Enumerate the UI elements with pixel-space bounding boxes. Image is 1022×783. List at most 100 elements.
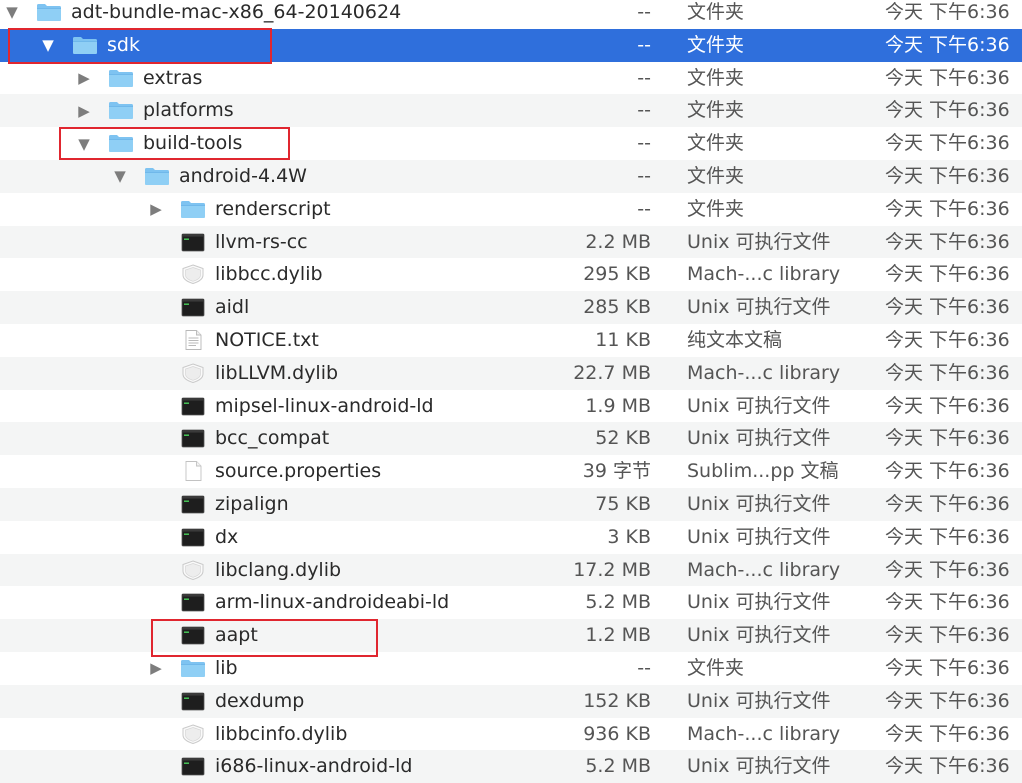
file-row-libclang[interactable]: libclang.dylib 17.2 MB Mach-...c library 今天… [0,553,1022,587]
file-kind: 文件夹 [687,132,745,155]
terminal-icon [180,297,206,317]
file-row-renderscript[interactable]: ▶ renderscript -- 文件夹 今天 下午6:36 [0,193,1022,226]
folder-icon [108,133,134,153]
file-row-zipalign[interactable]: zipalign 75 KB Unix 可执行文件 今天 下午6:36 [0,487,1022,521]
file-name: libbcc.dylib [215,263,323,286]
file-name: NOTICE.txt [215,328,319,351]
file-row-aidl[interactable]: aidl 285 KB Unix 可执行文件 今天 下午6:36 [0,291,1022,324]
file-kind: Unix 可执行文件 [687,689,831,712]
library-icon [180,560,206,580]
file-name: extras [143,66,203,89]
file-date-modified: 今天 下午6:36 [885,230,1010,253]
file-date-modified: 今天 下午6:36 [885,263,1010,286]
file-kind: 文件夹 [687,99,745,122]
file-kind: Unix 可执行文件 [687,755,831,778]
file-row-build-tools[interactable]: ▼ build-tools -- 文件夹 今天 下午6:36 [0,127,1022,160]
file-kind: Unix 可执行文件 [687,296,831,319]
file-name: libLLVM.dylib [215,361,339,384]
disclosure-open-icon[interactable]: ▼ [2,0,22,29]
file-date-modified: 今天 下午6:36 [885,328,1010,351]
library-icon [180,724,206,744]
file-row-dx[interactable]: dx 3 KB Unix 可执行文件 今天 下午6:36 [0,521,1022,554]
file-kind: Unix 可执行文件 [687,525,831,548]
file-size: 1.9 MB [585,394,651,417]
file-row-llvm-rs-cc[interactable]: llvm-rs-cc 2.2 MB Unix 可执行文件 今天 下午6:36 [0,225,1022,259]
file-row-dexdump[interactable]: dexdump 152 KB Unix 可执行文件 今天 下午6:36 [0,684,1022,718]
file-name: bcc_compat [215,427,330,450]
file-row-libbcc[interactable]: libbcc.dylib 295 KB Mach-...c library 今天 下午… [0,258,1022,291]
terminal-icon [180,691,206,711]
file-kind: Unix 可执行文件 [687,591,831,614]
file-row-arm-linux[interactable]: arm-linux-androideabi-ld 5.2 MB Unix 可执行文件… [0,586,1022,619]
terminal-icon [180,527,206,547]
file-date-modified: 今天 下午6:36 [885,99,1010,122]
file-date-modified: 今天 下午6:36 [885,558,1010,581]
file-name: arm-linux-androideabi-ld [215,591,450,614]
disclosure-closed-icon[interactable]: ▶ [146,193,166,226]
file-row-libbcinfo[interactable]: libbcinfo.dylib 936 KB Mach-...c library 今天… [0,718,1022,751]
file-name: libclang.dylib [215,558,342,581]
file-size: -- [637,1,651,23]
file-row-extras[interactable]: ▶ extras -- 文件夹 今天 下午6:36 [0,62,1022,95]
file-size: -- [637,164,651,187]
terminal-icon [180,494,206,514]
file-date-modified: 今天 下午6:36 [885,427,1010,450]
file-row-adt[interactable]: ▼ adt-bundle-mac-x86_64-20140624 -- 文件夹 今天 下… [0,0,1022,29]
file-row-libllvm[interactable]: libLLVM.dylib 22.7 MB Mach-...c library 今天 … [0,356,1022,390]
file-size: 3 KB [607,525,651,548]
file-name: lib [215,656,238,679]
file-date-modified: 今天 下午6:36 [885,197,1010,220]
file-row-i686-linux[interactable]: i686-linux-android-ld 5.2 MB Unix 可执行文件 今天 … [0,750,1022,783]
file-date-modified: 今天 下午6:36 [885,66,1010,89]
file-size: 285 KB [583,296,651,319]
file-date-modified: 今天 下午6:36 [885,755,1010,778]
file-row-android-4-4w[interactable]: ▼ android-4.4W -- 文件夹 今天 下午6:36 [0,159,1022,193]
file-size: 17.2 MB [573,558,651,581]
terminal-icon [180,625,206,645]
disclosure-closed-icon[interactable]: ▶ [74,62,94,95]
blank-document-icon [180,461,206,482]
file-row-sdk[interactable]: ▼ sdk -- 文件夹 今天 下午6:36 [0,28,1022,62]
file-name: libbcinfo.dylib [215,722,348,745]
library-icon [180,264,206,285]
terminal-icon [180,232,206,252]
file-kind: 文件夹 [687,656,745,679]
file-kind: 文件夹 [687,1,745,23]
file-size: -- [637,66,651,89]
file-name: i686-linux-android-ld [215,755,413,778]
file-date-modified: 今天 下午6:36 [885,656,1010,679]
file-row-bcc-compat[interactable]: bcc_compat 52 KB Unix 可执行文件 今天 下午6:36 [0,422,1022,456]
folder-icon [72,35,98,55]
file-size: -- [637,132,651,155]
file-size: 936 KB [583,722,651,745]
file-date-modified: 今天 下午6:36 [885,296,1010,319]
file-size: 22.7 MB [573,361,651,384]
file-date-modified: 今天 下午6:36 [885,624,1010,647]
file-kind: Mach-...c library [687,558,841,581]
disclosure-closed-icon[interactable]: ▶ [74,94,94,127]
file-kind: Unix 可执行文件 [687,427,831,450]
file-kind: Sublim...pp 文稿 [687,460,839,483]
terminal-icon [180,428,206,448]
file-row-lib[interactable]: ▶ lib -- 文件夹 今天 下午6:36 [0,652,1022,685]
file-size: -- [637,99,651,122]
file-row-source-properties[interactable]: source.properties 39 字节 Sublim...pp 文稿 今天 下… [0,455,1022,488]
file-row-mipsel[interactable]: mipsel-linux-android-ld 1.9 MB Unix 可执行文件 今… [0,390,1022,423]
file-kind: 文件夹 [687,66,745,89]
file-date-modified: 今天 下午6:36 [885,164,1010,187]
file-size: 39 字节 [582,460,651,483]
file-row-platforms[interactable]: ▶ platforms -- 文件夹 今天 下午6:36 [0,94,1022,128]
folder-icon [144,166,170,186]
disclosure-open-icon[interactable]: ▼ [110,160,130,193]
file-name: platforms [143,99,234,122]
file-row-aapt[interactable]: aapt 1.2 MB Unix 可执行文件 今天 下午6:36 [0,619,1022,652]
file-name: sdk [107,33,140,56]
file-kind: Unix 可执行文件 [687,624,831,647]
disclosure-open-icon[interactable]: ▼ [38,29,58,62]
file-row-notice[interactable]: NOTICE.txt 11 KB 纯文本文稿 今天 下午6:36 [0,324,1022,357]
disclosure-open-icon[interactable]: ▼ [74,127,94,160]
file-name: renderscript [215,197,331,220]
file-date-modified: 今天 下午6:36 [885,460,1010,483]
file-kind: 文件夹 [687,197,745,220]
disclosure-closed-icon[interactable]: ▶ [146,652,166,685]
